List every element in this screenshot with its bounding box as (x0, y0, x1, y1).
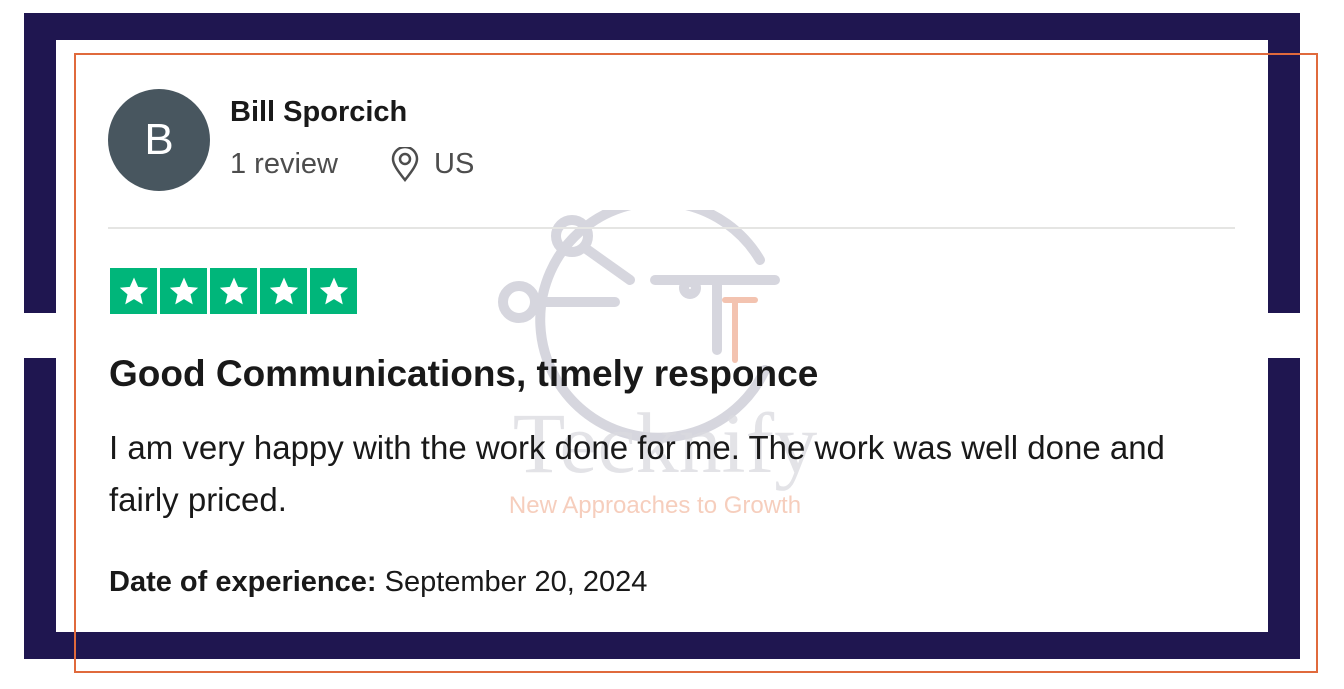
star-icon (110, 268, 157, 314)
review-body: I am very happy with the work done for m… (109, 429, 1165, 518)
location-pin-icon (391, 147, 419, 183)
star-icon (310, 268, 357, 314)
review-title: Good Communications, timely responce (109, 353, 819, 394)
experience-date: September 20, 2024 (384, 566, 648, 598)
star-rating (110, 268, 357, 314)
date-of-experience: Date of experience: September 20, 2024 (109, 566, 647, 599)
star-icon (260, 268, 307, 314)
review-count: 1 review (230, 148, 338, 180)
experience-label: Date of experience: (109, 566, 377, 598)
reviewer-country: US (434, 148, 475, 180)
header-divider (108, 227, 1235, 229)
reviewer-name[interactable]: Bill Sporcich (230, 96, 407, 129)
reviewer-avatar[interactable]: B (108, 89, 210, 191)
star-icon (160, 268, 207, 314)
star-icon (210, 268, 257, 314)
